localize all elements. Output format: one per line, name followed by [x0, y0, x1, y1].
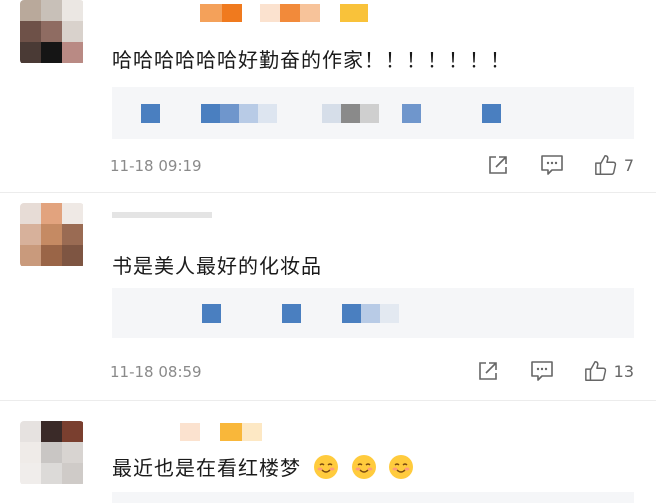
comment-actions: 13 — [446, 359, 634, 383]
thumbs-up-icon[interactable] — [584, 359, 608, 383]
username-redacted[interactable] — [180, 423, 270, 441]
share-icon[interactable] — [476, 359, 500, 383]
quoted-post[interactable] — [112, 288, 634, 338]
avatar[interactable] — [20, 421, 84, 485]
quoted-post[interactable] — [112, 492, 634, 503]
smiling-face-emoji-icon — [351, 455, 376, 479]
avatar[interactable] — [20, 0, 84, 64]
comment-text: 最近也是在看红楼梦 — [112, 452, 414, 481]
like-count: 13 — [613, 361, 634, 381]
avatar[interactable] — [20, 203, 84, 267]
comment-text: 哈哈哈哈哈哈好勤奋的作家！！！！！！！ — [112, 48, 511, 72]
share-icon[interactable] — [486, 153, 510, 177]
comment-time: 11-18 08:59 — [110, 363, 202, 381]
like-count: 7 — [623, 155, 634, 175]
username-redacted[interactable] — [112, 212, 212, 220]
comment-actions: 7 — [456, 153, 634, 177]
comment-icon[interactable] — [540, 153, 564, 177]
comment-time: 11-18 09:19 — [110, 157, 202, 175]
comment-text-label: 最近也是在看红楼梦 — [112, 456, 301, 480]
thumbs-up-icon[interactable] — [594, 153, 618, 177]
divider — [0, 400, 656, 401]
smiling-face-emoji-icon — [389, 455, 414, 479]
comment-icon[interactable] — [530, 359, 554, 383]
username-redacted[interactable] — [200, 4, 370, 22]
divider — [0, 192, 656, 193]
quoted-post[interactable] — [112, 87, 634, 139]
comment-text: 书是美人最好的化妆品 — [112, 254, 322, 278]
smiling-face-emoji-icon — [314, 455, 339, 479]
